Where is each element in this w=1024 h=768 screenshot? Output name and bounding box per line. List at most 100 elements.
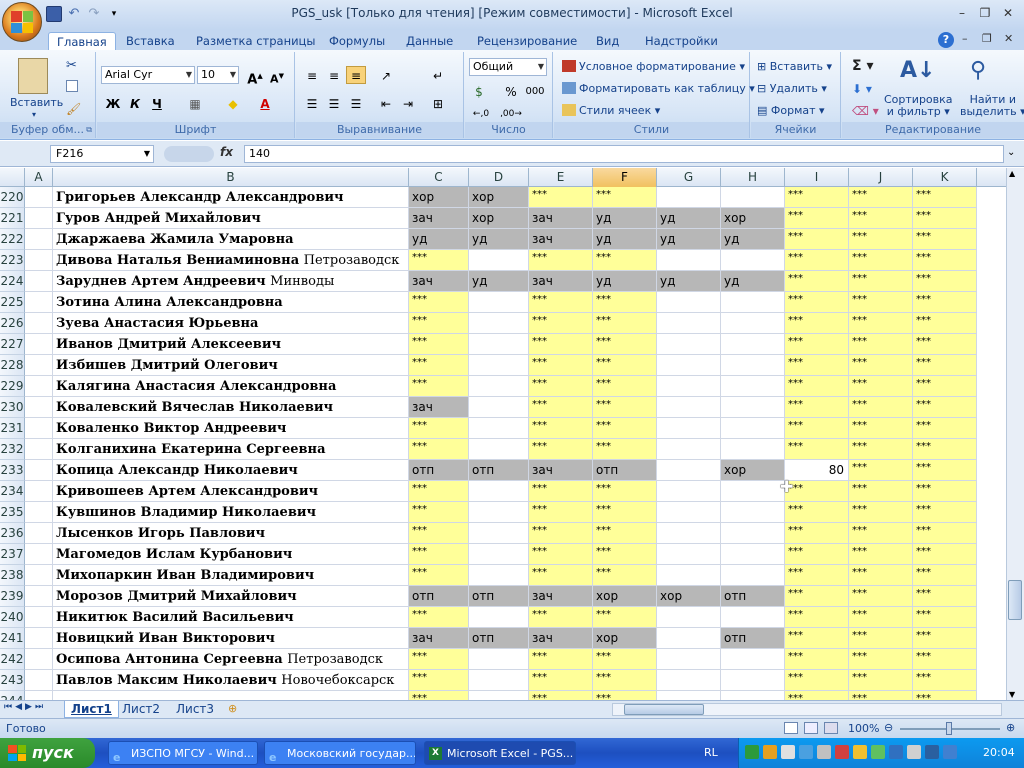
row-header[interactable]: 237 [0, 544, 25, 565]
cell-d[interactable] [469, 250, 529, 271]
cell-i[interactable]: *** [785, 292, 849, 313]
cell-k[interactable]: *** [913, 271, 977, 292]
tray-icon-12[interactable] [943, 745, 957, 759]
cell-c[interactable]: *** [409, 565, 469, 586]
cell-i[interactable]: *** [785, 670, 849, 691]
cell-d[interactable]: уд [469, 271, 529, 292]
sheet-nav-icon[interactable]: ⏮◀▶⏭ [4, 702, 46, 712]
zoom-slider-thumb[interactable] [946, 722, 952, 735]
cell-h[interactable] [721, 691, 785, 700]
cell-h[interactable] [721, 313, 785, 334]
binoculars-icon[interactable]: ⚲ [970, 58, 986, 83]
cell-g[interactable] [657, 481, 721, 502]
scroll-down-icon[interactable]: ▼ [1009, 690, 1015, 699]
cell-d[interactable]: отп [469, 460, 529, 481]
cell-g[interactable]: хор [657, 586, 721, 607]
cell-name[interactable]: Павлов Максим Николаевич Новочебоксарск [53, 670, 409, 691]
tray-icon-6[interactable] [835, 745, 849, 759]
taskbar-item-ie-2[interactable]: e Московский государ... [264, 741, 416, 765]
cell-c[interactable]: зач [409, 271, 469, 292]
borders-icon[interactable]: ▦ [185, 94, 205, 112]
sheet-tab-3[interactable]: Лист3 [170, 701, 220, 718]
cell-c[interactable]: *** [409, 250, 469, 271]
currency-icon[interactable]: $ [469, 82, 489, 100]
merge-center-icon[interactable]: ⊞ [428, 94, 448, 112]
cell-k[interactable]: *** [913, 313, 977, 334]
cell-k[interactable]: *** [913, 439, 977, 460]
row-header[interactable]: 233 [0, 460, 25, 481]
ribbon-restore-button[interactable]: ❐ [982, 32, 992, 45]
cell-i[interactable]: *** [785, 334, 849, 355]
taskbar-item-excel[interactable]: X Microsoft Excel - PGS... [424, 741, 576, 765]
grow-font-button[interactable]: A▲ [245, 66, 265, 87]
insert-function-icon[interactable]: fx [220, 145, 233, 159]
cell-k[interactable]: *** [913, 334, 977, 355]
formula-input[interactable]: 140 [244, 145, 1004, 163]
cell-a[interactable] [25, 481, 53, 502]
cell-j[interactable]: *** [849, 565, 913, 586]
tab-data[interactable]: Данные [398, 32, 461, 50]
cell-name[interactable]: Кривошеев Артем Александрович [53, 481, 409, 502]
paste-icon[interactable] [18, 58, 48, 94]
cell-a[interactable] [25, 208, 53, 229]
cell-e[interactable]: *** [529, 313, 593, 334]
row-header[interactable]: 231 [0, 418, 25, 439]
cell-d[interactable]: уд [469, 229, 529, 250]
worksheet-grid[interactable]: 220 Григорьев Александр Александрович хор х… [0, 187, 1006, 700]
font-color-icon[interactable]: A [255, 94, 275, 112]
select-all-corner[interactable] [0, 168, 25, 187]
cell-d[interactable]: отп [469, 586, 529, 607]
cell-c[interactable]: *** [409, 523, 469, 544]
conditional-formatting-button[interactable]: Условное форматирование ▾ [562, 60, 745, 73]
cell-name[interactable]: Копица Александр Николаевич [53, 460, 409, 481]
cell-g[interactable] [657, 502, 721, 523]
tray-icon-8[interactable] [871, 745, 885, 759]
cell-f[interactable]: уд [593, 271, 657, 292]
row-header[interactable]: 221 [0, 208, 25, 229]
cut-icon[interactable]: ✂ [66, 58, 77, 73]
cell-name[interactable]: Колганихина Екатерина Сергеевна [53, 439, 409, 460]
cell-h[interactable] [721, 649, 785, 670]
cell-name[interactable]: Калягина Анастасия Александровна [53, 376, 409, 397]
tray-icon-11[interactable] [925, 745, 939, 759]
cell-d[interactable] [469, 292, 529, 313]
scroll-up-icon[interactable]: ▲ [1009, 169, 1015, 178]
cell-e[interactable]: *** [529, 544, 593, 565]
row-header[interactable]: 236 [0, 523, 25, 544]
cell-e[interactable]: *** [529, 523, 593, 544]
close-button[interactable]: ✕ [998, 4, 1018, 22]
cell-a[interactable] [25, 607, 53, 628]
cell-e[interactable]: зач [529, 586, 593, 607]
cell-j[interactable]: *** [849, 649, 913, 670]
cell-f[interactable]: *** [593, 439, 657, 460]
cell-i[interactable]: *** [785, 502, 849, 523]
cell-c[interactable]: *** [409, 670, 469, 691]
formula-bar-splitter[interactable] [164, 146, 214, 162]
cell-f[interactable]: *** [593, 292, 657, 313]
cell-name[interactable]: Заруднев Артем Андреевич Минводы [53, 271, 409, 292]
align-right-icon[interactable]: ☰ [346, 94, 366, 112]
cell-e[interactable]: *** [529, 292, 593, 313]
cell-k[interactable]: *** [913, 607, 977, 628]
cell-c[interactable]: *** [409, 292, 469, 313]
cell-i[interactable]: *** [785, 208, 849, 229]
sort-filter-icon[interactable]: A↓ [900, 58, 935, 83]
insert-cells-button[interactable]: ⊞ Вставить ▾ [757, 60, 832, 73]
cell-h[interactable] [721, 250, 785, 271]
cell-j[interactable]: *** [849, 250, 913, 271]
cell-name[interactable]: Кувшинов Владимир Николаевич [53, 502, 409, 523]
tab-view[interactable]: Вид [588, 32, 627, 50]
decrease-decimal-icon[interactable]: ,00→ [499, 104, 523, 122]
cell-a[interactable] [25, 397, 53, 418]
cell-i[interactable]: *** [785, 313, 849, 334]
cell-f[interactable]: отп [593, 460, 657, 481]
cell-g[interactable] [657, 418, 721, 439]
cell-g[interactable] [657, 187, 721, 208]
cell-c[interactable]: уд [409, 229, 469, 250]
italic-button[interactable]: К [125, 94, 145, 112]
cell-k[interactable]: *** [913, 691, 977, 700]
cell-h[interactable]: уд [721, 271, 785, 292]
cell-f[interactable]: *** [593, 691, 657, 700]
row-header[interactable]: 238 [0, 565, 25, 586]
cell-d[interactable] [469, 691, 529, 700]
